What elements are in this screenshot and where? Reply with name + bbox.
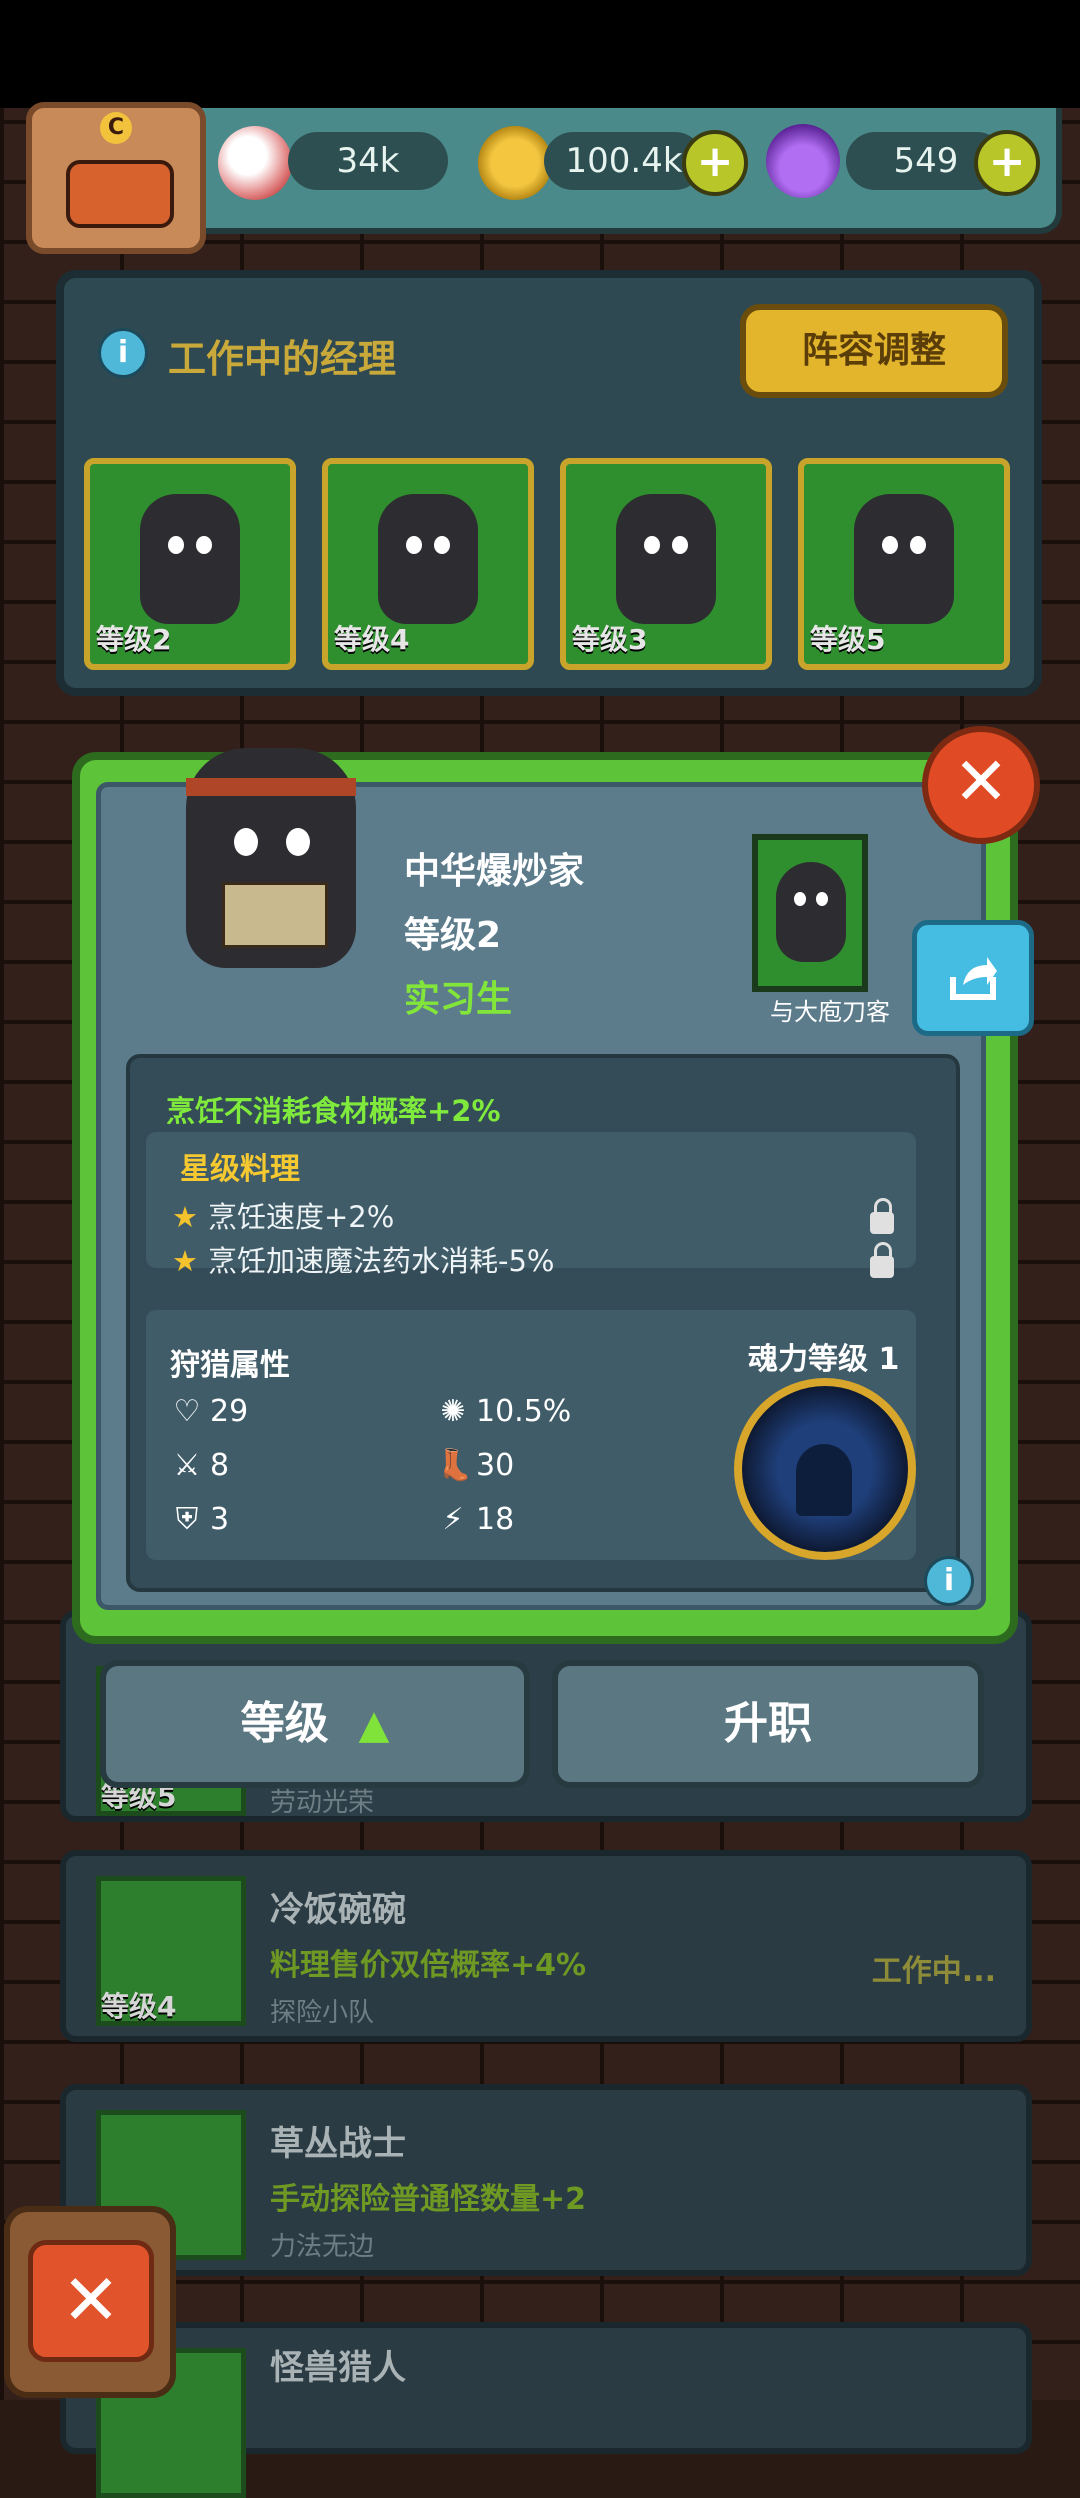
- eyeball-icon: [218, 126, 292, 200]
- list-item[interactable]: 草丛战士 手动探险普通怪数量+2 力法无边: [60, 2084, 1032, 2276]
- stat-attack: ⚔ 8: [170, 1448, 230, 1483]
- plus-icon[interactable]: +: [682, 130, 748, 196]
- lineup-adjust-button[interactable]: 阵容调整: [740, 304, 1008, 398]
- coin-icon: [478, 126, 552, 200]
- soul-level-label: 魂力等级 1: [748, 1342, 900, 1377]
- partner-portrait[interactable]: [752, 834, 868, 992]
- lock-icon: [870, 1198, 894, 1234]
- info-icon[interactable]: i: [98, 328, 148, 378]
- manager-character: [854, 494, 954, 624]
- list-name: 草丛战士: [270, 2124, 406, 2164]
- status-bar: [0, 0, 1080, 108]
- manager-character: [140, 494, 240, 624]
- exit-button[interactable]: ✕: [4, 2206, 176, 2398]
- star-item: ★ 烹饪加速魔法药水消耗-5%: [172, 1244, 555, 1278]
- star-recipes-title: 星级料理: [180, 1152, 300, 1187]
- list-item[interactable]: 等级4 冷饭碗碗 料理售价双倍概率+4% 探险小队 工作中...: [60, 1850, 1032, 2042]
- list-name: 冷饭碗碗: [270, 1890, 406, 1930]
- level-up-button[interactable]: 等级 ▲: [100, 1660, 530, 1788]
- stat-hp: ♡ 29: [170, 1394, 249, 1429]
- manager-character: [378, 494, 478, 624]
- share-icon[interactable]: [912, 920, 1034, 1036]
- portrait-body: [186, 748, 356, 968]
- list-perk: 手动探险普通怪数量+2: [270, 2182, 587, 2217]
- coins-counter: 100.4k: [544, 132, 704, 190]
- list-name: 怪兽猎人: [270, 2348, 406, 2388]
- slot-level: 等级4: [334, 623, 410, 656]
- slot-level: 等级2: [96, 623, 172, 656]
- manager-character: [616, 494, 716, 624]
- close-icon[interactable]: ✕: [28, 2240, 154, 2362]
- boot-icon: 👢: [436, 1448, 474, 1483]
- slot-level: 等级5: [810, 623, 886, 656]
- rank-badge: C: [100, 112, 132, 144]
- list-perk: 料理售价双倍概率+4%: [270, 1948, 587, 1983]
- list-sub: 力法无边: [270, 2232, 375, 2262]
- promote-button[interactable]: 升职: [552, 1660, 984, 1788]
- soul-orb[interactable]: [734, 1378, 916, 1560]
- list-thumb: 等级4: [96, 1876, 246, 2026]
- star-icon: ★: [172, 1200, 198, 1234]
- manager-slot[interactable]: 等级4: [322, 458, 534, 670]
- stat-speed: 👢30: [436, 1448, 515, 1483]
- manager-slot[interactable]: 等级3: [560, 458, 772, 670]
- eyes-counter: 34k: [288, 132, 448, 190]
- manager-portrait: [166, 728, 376, 1008]
- arrow-up-icon: ▲: [358, 1702, 390, 1748]
- stat-crit: ✺ 10.5%: [436, 1394, 571, 1429]
- skill-text: 烹饪不消耗食材概率+2%: [166, 1094, 501, 1128]
- manager-level: 等级2: [404, 915, 502, 956]
- resource-bar: 34k 100.4k + 549 +: [150, 108, 1062, 234]
- managers-panel: i 工作中的经理 阵容调整 等级2 等级4 等级3 等级5: [56, 270, 1042, 696]
- crit-icon: ✺: [440, 1394, 466, 1429]
- partner-label: 与大庖刀客: [770, 998, 890, 1026]
- info-icon[interactable]: i: [924, 1556, 974, 1606]
- shield-icon: ⛨: [175, 1502, 199, 1537]
- manager-name: 中华爆炒家: [404, 851, 585, 892]
- potion-icon: [766, 124, 840, 198]
- list-level: 等级4: [101, 1990, 177, 2023]
- lightning-icon: ⚡: [442, 1502, 464, 1537]
- star-item: ★ 烹饪速度+2%: [172, 1200, 395, 1234]
- close-icon[interactable]: ✕: [922, 726, 1040, 844]
- stat-energy: ⚡ 18: [436, 1502, 514, 1537]
- player-avatar[interactable]: C: [26, 102, 206, 254]
- list-sub: 探险小队: [270, 1998, 375, 2028]
- sword-icon: ⚔: [173, 1448, 201, 1483]
- hunting-title: 狩猎属性: [170, 1348, 290, 1383]
- slot-level: 等级3: [572, 623, 648, 656]
- manager-slot[interactable]: 等级2: [84, 458, 296, 670]
- heart-icon: ♡: [173, 1394, 201, 1429]
- managers-title: 工作中的经理: [168, 337, 397, 381]
- manager-slot[interactable]: 等级5: [798, 458, 1010, 670]
- star-icon: ★: [172, 1244, 198, 1278]
- lock-icon: [870, 1242, 894, 1278]
- plus-icon[interactable]: +: [974, 130, 1040, 196]
- avatar-mouth: [66, 160, 174, 228]
- stat-defense: ⛨ 3: [170, 1502, 229, 1537]
- working-status: 工作中...: [871, 1954, 996, 1989]
- manager-rank: 实习生: [404, 979, 513, 1020]
- list-item[interactable]: 怪兽猎人: [60, 2322, 1032, 2498]
